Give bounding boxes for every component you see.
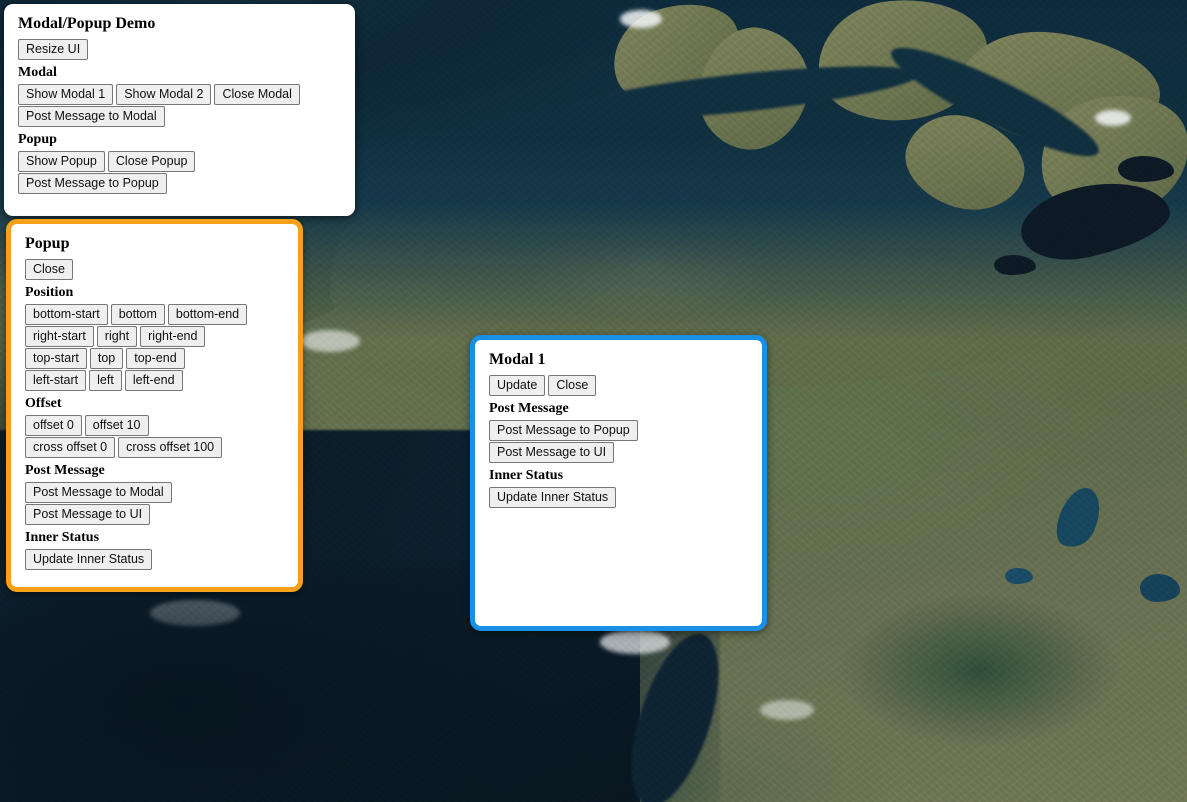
popup-position-left-end-button[interactable]: left-end <box>124 370 183 391</box>
resize-ui-button[interactable]: Resize UI <box>18 39 89 60</box>
modal-window: Modal 1 Update Close Post Message Post M… <box>470 335 767 631</box>
popup-position-left-button[interactable]: left <box>89 370 122 391</box>
main-ui-body: Modal/Popup Demo Resize UI Modal Show Mo… <box>4 4 355 207</box>
popup-window: Popup Close Position bottom-start bottom… <box>6 219 303 592</box>
popup-position-top-end-button[interactable]: top-end <box>126 348 185 369</box>
popup-button-row-secondary: Post Message to Popup <box>18 173 341 194</box>
popup-position-right-button[interactable]: right <box>96 326 138 347</box>
modal-action-row: Update Close <box>489 375 748 396</box>
modal-inner-status-row: Update Inner Status <box>489 487 748 508</box>
popup-window-title: Popup <box>25 235 70 252</box>
popup-inner-status-row: Update Inner Status <box>25 549 284 570</box>
modal-button-row-primary: Show Modal 1 Show Modal 2 Close Modal <box>18 84 341 105</box>
popup-section-heading: Popup <box>18 132 57 147</box>
popup-button-row-primary: Show Popup Close Popup <box>18 151 341 172</box>
popup-offset-10-button[interactable]: offset 10 <box>84 415 149 436</box>
popup-post-message-to-modal-button[interactable]: Post Message to Modal <box>25 482 172 503</box>
modal-button-row-secondary: Post Message to Modal <box>18 106 341 127</box>
popup-position-heading: Position <box>25 285 74 300</box>
post-message-to-popup-button[interactable]: Post Message to Popup <box>18 173 167 194</box>
popup-position-bottom-button[interactable]: bottom <box>110 304 165 325</box>
popup-offset-row-main: offset 0 offset 10 <box>25 415 284 436</box>
popup-position-right-end-button[interactable]: right-end <box>140 326 206 347</box>
show-modal-1-button[interactable]: Show Modal 1 <box>18 84 114 105</box>
show-popup-button[interactable]: Show Popup <box>18 151 105 172</box>
popup-position-row-top: top-start top top-end <box>25 348 284 369</box>
modal-update-button[interactable]: Update <box>489 375 546 396</box>
popup-cross-offset-0-button[interactable]: cross offset 0 <box>25 437 116 458</box>
popup-position-bottom-end-button[interactable]: bottom-end <box>167 304 248 325</box>
popup-inner-status-heading: Inner Status <box>25 530 100 545</box>
popup-position-right-start-button[interactable]: right-start <box>25 326 94 347</box>
page-title: Modal/Popup Demo <box>18 15 156 32</box>
modal-post-message-to-ui-button[interactable]: Post Message to UI <box>489 442 615 463</box>
popup-window-body: Popup Close Position bottom-start bottom… <box>11 224 298 583</box>
popup-offset-heading: Offset <box>25 396 62 411</box>
modal-inner-status-heading: Inner Status <box>489 468 564 483</box>
popup-position-bottom-start-button[interactable]: bottom-start <box>25 304 108 325</box>
post-message-to-modal-button[interactable]: Post Message to Modal <box>18 106 165 127</box>
popup-offset-row-cross: cross offset 0 cross offset 100 <box>25 437 284 458</box>
modal-close-button[interactable]: Close <box>548 375 597 396</box>
close-popup-button[interactable]: Close Popup <box>107 151 196 172</box>
popup-post-message-heading: Post Message <box>25 463 105 478</box>
popup-post-message-row-ui: Post Message to UI <box>25 504 284 525</box>
main-ui-panel: Modal/Popup Demo Resize UI Modal Show Mo… <box>4 4 355 216</box>
show-modal-2-button[interactable]: Show Modal 2 <box>116 84 212 105</box>
popup-position-row-right: right-start right right-end <box>25 326 284 347</box>
popup-offset-0-button[interactable]: offset 0 <box>25 415 82 436</box>
modal-window-title: Modal 1 <box>489 351 546 368</box>
popup-position-row-left: left-start left left-end <box>25 370 284 391</box>
popup-position-left-start-button[interactable]: left-start <box>25 370 87 391</box>
popup-close-row: Close <box>25 259 284 280</box>
popup-close-button[interactable]: Close <box>25 259 73 280</box>
close-modal-button[interactable]: Close Modal <box>214 84 300 105</box>
popup-post-message-row-modal: Post Message to Modal <box>25 482 284 503</box>
resize-button-row: Resize UI <box>18 39 341 60</box>
modal-post-message-row-popup: Post Message to Popup <box>489 420 748 441</box>
modal-window-body: Modal 1 Update Close Post Message Post M… <box>475 340 762 521</box>
modal-post-message-to-popup-button[interactable]: Post Message to Popup <box>489 420 638 441</box>
modal-section-heading: Modal <box>18 65 57 80</box>
modal-post-message-row-ui: Post Message to UI <box>489 442 748 463</box>
popup-position-row-bottom: bottom-start bottom bottom-end <box>25 304 284 325</box>
popup-post-message-to-ui-button[interactable]: Post Message to UI <box>25 504 151 525</box>
popup-position-top-start-button[interactable]: top-start <box>25 348 87 369</box>
popup-position-top-button[interactable]: top <box>89 348 124 369</box>
modal-update-inner-status-button[interactable]: Update Inner Status <box>489 487 617 508</box>
popup-update-inner-status-button[interactable]: Update Inner Status <box>25 549 153 570</box>
popup-cross-offset-100-button[interactable]: cross offset 100 <box>118 437 223 458</box>
modal-post-message-heading: Post Message <box>489 401 569 416</box>
